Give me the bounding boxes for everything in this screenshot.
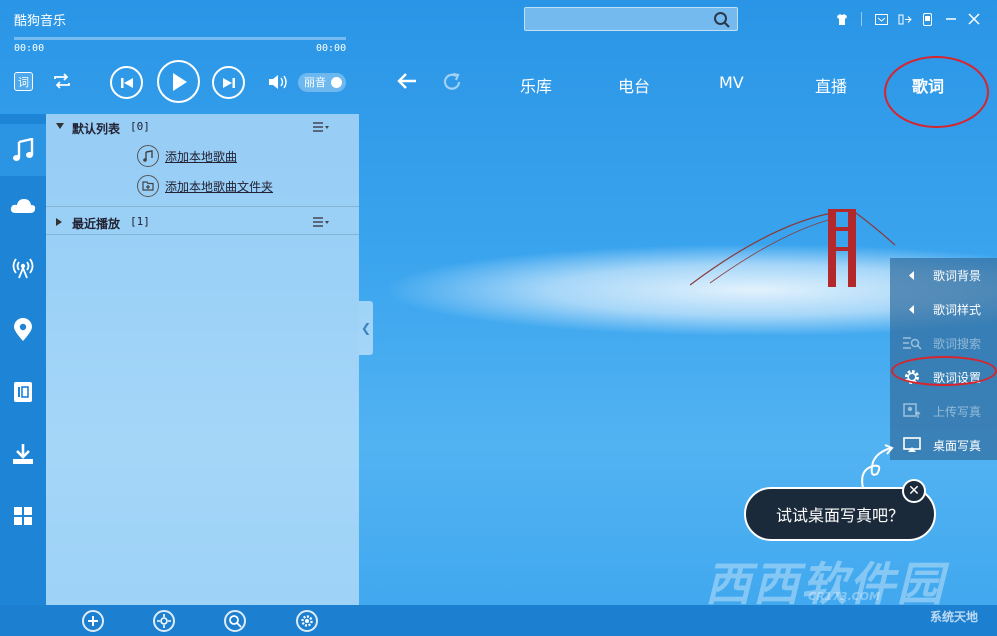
playlist-divider — [46, 206, 359, 207]
expand-arrow-icon[interactable] — [55, 122, 65, 130]
menu-item-label: 桌面写真 — [933, 438, 982, 453]
collapsed-arrow-icon[interactable] — [55, 217, 63, 227]
playlist-count: [1] — [130, 215, 150, 228]
caret-left-icon — [890, 304, 933, 314]
playlist-name: 最近播放 — [72, 217, 121, 231]
collapse-panel-button[interactable]: ❮ — [359, 301, 373, 355]
skip-next-icon — [222, 77, 235, 88]
playlist-divider — [46, 234, 359, 235]
menu-dropdown-icon[interactable] — [870, 10, 893, 28]
locate-track-icon[interactable] — [153, 610, 175, 632]
watermark-url: CR173.COM — [808, 590, 881, 603]
progress-bar[interactable] — [14, 37, 346, 40]
sound-quality-toggle[interactable]: 丽音 — [298, 73, 346, 92]
app-title: 酷狗音乐 — [14, 14, 67, 29]
chevron-left-icon: ❮ — [360, 321, 372, 335]
highlight-circle-lyric-settings — [891, 356, 997, 386]
back-arrow-icon[interactable] — [396, 71, 418, 95]
play-icon — [172, 72, 187, 91]
menu-item-lyric-style[interactable]: 歌词样式 — [890, 292, 997, 326]
add-local-folder-link[interactable]: 添加本地歌曲文件夹 — [137, 175, 273, 197]
volume-icon[interactable] — [268, 73, 290, 95]
menu-item-lyric-search[interactable]: 歌词搜索 — [890, 326, 997, 360]
menu-item-label: 上传写真 — [933, 404, 982, 419]
window-controls-divider — [861, 12, 862, 26]
playlist-default[interactable]: 默认列表 [0] — [46, 114, 359, 140]
kugou-music-window: 酷狗音乐 00:00 00:00 词 丽音 乐库 电台 MV 直播 歌词 默认列… — [0, 0, 997, 636]
playlist-count: [0] — [130, 120, 150, 133]
search-icon[interactable] — [713, 11, 731, 29]
radio-antenna-icon[interactable] — [0, 248, 46, 288]
side-rail — [0, 114, 46, 605]
list-search-icon — [890, 336, 933, 350]
refresh-icon[interactable] — [441, 71, 463, 97]
tab-mv[interactable]: MV — [719, 73, 744, 92]
next-track-button[interactable] — [212, 66, 245, 99]
skin-shirt-icon[interactable] — [830, 10, 853, 28]
bottom-toolbar: 系统天地 — [0, 605, 997, 636]
menu-item-desktop-photo[interactable]: 桌面写真 — [890, 428, 997, 462]
mini-mode-icon[interactable] — [893, 10, 916, 28]
playlist-name: 默认列表 — [72, 122, 121, 136]
add-music-icon — [137, 145, 159, 167]
add-playlist-icon[interactable] — [82, 610, 104, 632]
live-ticket-icon[interactable] — [0, 372, 46, 412]
mobile-sync-icon[interactable] — [916, 10, 939, 28]
menu-item-lyric-background[interactable]: 歌词背景 — [890, 258, 997, 292]
golden-gate-bridge-image — [690, 209, 896, 287]
toggle-knob — [331, 77, 342, 88]
skip-previous-icon — [120, 77, 133, 88]
total-time: 00:00 — [316, 43, 347, 54]
list-menu-icon[interactable] — [312, 217, 330, 227]
add-local-song-label: 添加本地歌曲 — [165, 149, 238, 164]
upload-photo-icon — [890, 403, 933, 419]
minimize-icon[interactable] — [939, 10, 962, 28]
highlight-circle-lyrics-tab — [884, 56, 989, 128]
tab-live[interactable]: 直播 — [815, 73, 847, 97]
menu-item-label: 歌词搜索 — [933, 336, 982, 351]
settings-gear-icon[interactable] — [296, 610, 318, 632]
playlist-recent[interactable]: 最近播放 [1] — [46, 209, 359, 235]
close-icon[interactable] — [962, 10, 985, 28]
menu-item-upload-photo[interactable]: 上传写真 — [890, 394, 997, 428]
tab-library[interactable]: 乐库 — [520, 73, 552, 97]
add-folder-icon — [137, 175, 159, 197]
list-menu-icon[interactable] — [312, 122, 330, 132]
search-input[interactable] — [524, 7, 738, 31]
desktop-lyric-toggle[interactable]: 词 — [14, 72, 33, 91]
menu-item-label: 歌词样式 — [933, 302, 982, 317]
sound-quality-label: 丽音 — [304, 76, 326, 89]
window-controls — [830, 10, 985, 28]
play-button[interactable] — [157, 60, 200, 103]
location-pin-icon[interactable] — [0, 310, 46, 350]
tooltip-close-button[interactable]: ✕ — [902, 479, 926, 503]
download-icon[interactable] — [0, 434, 46, 474]
watermark-badge: 系统天地 — [930, 610, 979, 624]
add-local-song-link[interactable]: 添加本地歌曲 — [137, 145, 237, 167]
add-local-folder-label: 添加本地歌曲文件夹 — [165, 179, 274, 194]
playlist-panel: 默认列表 [0] 添加本地歌曲 添加本地歌曲文件夹 最近播放 [1] — [46, 114, 359, 605]
apps-grid-icon[interactable] — [0, 496, 46, 536]
search-list-icon[interactable] — [224, 610, 246, 632]
menu-item-label: 歌词背景 — [933, 268, 982, 283]
play-mode-repeat-icon[interactable] — [52, 72, 72, 94]
tooltip-arrow-icon — [861, 444, 894, 489]
previous-track-button[interactable] — [110, 66, 143, 99]
current-time: 00:00 — [14, 43, 45, 54]
music-note-icon[interactable] — [0, 124, 46, 176]
cloud-icon[interactable] — [0, 186, 46, 226]
tab-radio[interactable]: 电台 — [618, 73, 650, 97]
caret-left-icon — [890, 270, 933, 280]
